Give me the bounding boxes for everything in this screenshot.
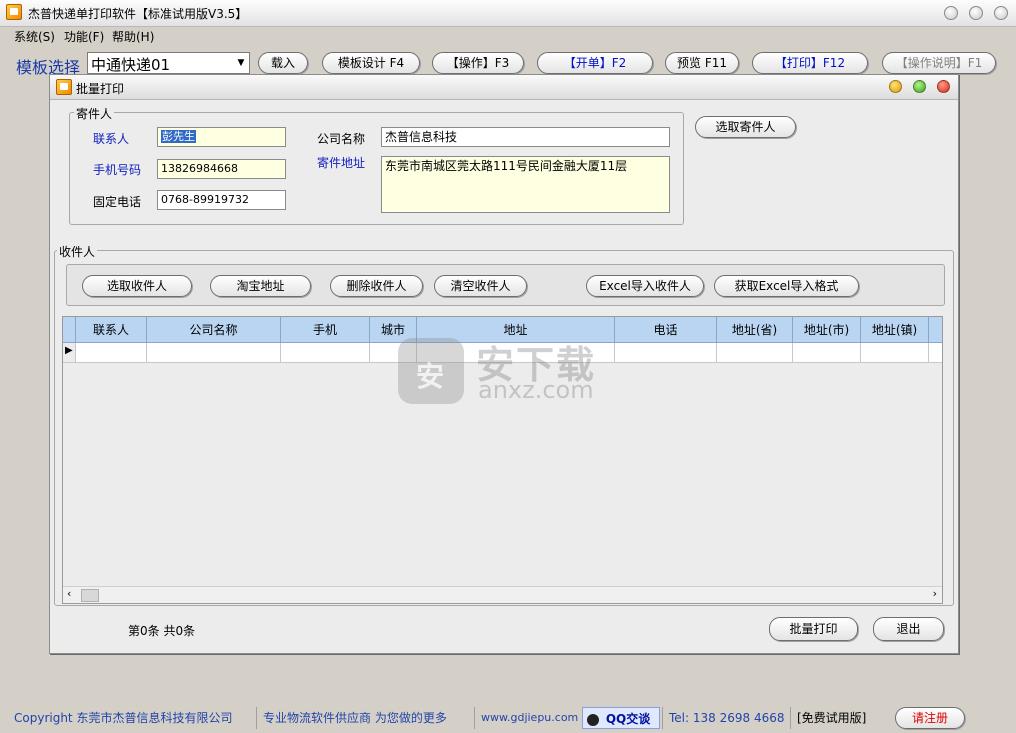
sender-contact-label: 联系人 bbox=[93, 132, 130, 146]
maximize-button[interactable] bbox=[969, 6, 983, 20]
minimize-button[interactable] bbox=[944, 6, 958, 20]
sender-phone-label: 固定电话 bbox=[93, 195, 142, 209]
row-pointer-icon: ▶ bbox=[65, 345, 73, 356]
status-slogan: 专业物流软件供应商 为您做的更多 bbox=[256, 707, 468, 729]
table-cell[interactable] bbox=[717, 343, 793, 363]
template-dropdown[interactable]: 中通快递01 ▼ bbox=[87, 52, 250, 74]
column-header[interactable]: 手机 bbox=[281, 317, 370, 343]
status-copyright: Copyright 东莞市杰普信息科技有限公司 bbox=[14, 711, 233, 725]
status-tel: Tel: 138 2698 4668 bbox=[662, 707, 784, 729]
qq-chat-button[interactable]: QQ交谈 bbox=[582, 707, 660, 729]
sender-address-input[interactable]: 东莞市南城区莞太路111号民间金融大厦11层 bbox=[381, 156, 670, 213]
load-button[interactable]: 载入 bbox=[258, 52, 308, 74]
app-icon bbox=[6, 4, 22, 20]
column-header[interactable]: 地址(省) bbox=[717, 317, 793, 343]
sender-phone-input[interactable]: 0768-89919732 bbox=[157, 190, 286, 210]
sender-company-input[interactable]: 杰普信息科技 bbox=[381, 127, 670, 147]
excel-import-button[interactable]: Excel导入收件人 bbox=[586, 275, 704, 297]
watermark: 安下载 anxz.com bbox=[398, 330, 628, 410]
dialog-minimize-button[interactable] bbox=[889, 80, 902, 93]
menu-system[interactable]: 系统(S) bbox=[14, 28, 55, 45]
excel-format-button[interactable]: 获取Excel导入格式 bbox=[714, 275, 859, 297]
instructions-button[interactable]: 【操作说明】F1 bbox=[882, 52, 996, 74]
scrollbar-thumb[interactable] bbox=[81, 589, 99, 602]
sender-address-label: 寄件地址 bbox=[317, 156, 366, 170]
column-header[interactable]: 联系人 bbox=[76, 317, 147, 343]
preview-button[interactable]: 预览 F11 bbox=[665, 52, 739, 74]
clear-receivers-button[interactable]: 清空收件人 bbox=[434, 275, 527, 297]
receiver-group-title: 收件人 bbox=[57, 243, 98, 260]
sender-mobile-input[interactable]: 13826984668 bbox=[157, 159, 286, 179]
select-receiver-button[interactable]: 选取收件人 bbox=[82, 275, 192, 297]
column-header[interactable]: 地址(镇) bbox=[861, 317, 929, 343]
table-cell[interactable] bbox=[76, 343, 147, 363]
dialog-title: 批量打印 bbox=[76, 82, 125, 96]
status-bar: Copyright 东莞市杰普信息科技有限公司 专业物流软件供应商 为您做的更多… bbox=[0, 704, 1016, 733]
qq-penguin-icon bbox=[587, 713, 599, 726]
table-cell[interactable] bbox=[147, 343, 281, 363]
sender-group: 寄件人 联系人 彭先生 手机号码 13826984668 固定电话 0768-8… bbox=[69, 105, 684, 225]
table-cell[interactable] bbox=[615, 343, 717, 363]
sender-company-label: 公司名称 bbox=[317, 132, 366, 146]
row-selector[interactable]: ▶ bbox=[63, 343, 76, 363]
table-cell[interactable] bbox=[793, 343, 861, 363]
column-header-extra bbox=[929, 317, 942, 343]
template-dropdown-value: 中通快递01 bbox=[91, 56, 171, 74]
menu-bar: 系统(S) 功能(F) 帮助(H) bbox=[0, 26, 1016, 46]
scroll-left-icon[interactable]: ‹ bbox=[67, 587, 71, 600]
table-cell[interactable] bbox=[929, 343, 942, 363]
register-button[interactable]: 请注册 bbox=[895, 707, 965, 729]
batch-print-button[interactable]: 批量打印 bbox=[769, 617, 858, 641]
sender-group-title: 寄件人 bbox=[74, 105, 115, 122]
select-sender-button[interactable]: 选取寄件人 bbox=[695, 116, 796, 138]
template-design-button[interactable]: 模板设计 F4 bbox=[322, 52, 420, 74]
exit-button[interactable]: 退出 bbox=[873, 617, 944, 641]
sender-contact-value: 彭先生 bbox=[161, 130, 196, 143]
sender-mobile-label: 手机号码 bbox=[93, 163, 142, 177]
status-website-link[interactable]: www.gdjiepu.com bbox=[474, 707, 580, 729]
taobao-address-button[interactable]: 淘宝地址 bbox=[210, 275, 311, 297]
column-header[interactable]: 电话 bbox=[615, 317, 717, 343]
menu-function[interactable]: 功能(F) bbox=[64, 28, 104, 45]
horizontal-scrollbar[interactable]: ‹ › bbox=[63, 586, 942, 603]
column-header[interactable]: 公司名称 bbox=[147, 317, 281, 343]
table-cell[interactable] bbox=[281, 343, 370, 363]
record-count: 第0条 共0条 bbox=[128, 624, 196, 638]
row-header-corner bbox=[63, 317, 76, 343]
window-title: 杰普快递单打印软件【标准试用版V3.5】 bbox=[28, 7, 248, 21]
menu-help[interactable]: 帮助(H) bbox=[112, 28, 154, 45]
close-button[interactable] bbox=[994, 6, 1008, 20]
dialog-close-button[interactable] bbox=[937, 80, 950, 93]
dialog-title-bar: 批量打印 bbox=[50, 75, 958, 100]
scroll-right-icon[interactable]: › bbox=[933, 587, 937, 600]
chevron-down-icon[interactable]: ▼ bbox=[233, 53, 249, 73]
column-header[interactable]: 地址(市) bbox=[793, 317, 861, 343]
receiver-button-bar: 选取收件人 淘宝地址 删除收件人 清空收件人 Excel导入收件人 获取Exce… bbox=[66, 264, 945, 306]
qq-chat-label: QQ交谈 bbox=[605, 712, 651, 726]
dialog-icon bbox=[56, 79, 72, 95]
watermark-en-text: anxz.com bbox=[478, 376, 594, 404]
sender-contact-input[interactable]: 彭先生 bbox=[157, 127, 286, 147]
status-edition: [免费试用版] bbox=[790, 707, 888, 729]
watermark-shield-icon bbox=[398, 338, 464, 404]
delete-receiver-button[interactable]: 删除收件人 bbox=[330, 275, 423, 297]
operate-button[interactable]: 【操作】F3 bbox=[432, 52, 524, 74]
main-title-bar: 杰普快递单打印软件【标准试用版V3.5】 bbox=[0, 0, 1016, 27]
table-cell[interactable] bbox=[861, 343, 929, 363]
create-order-button[interactable]: 【开单】F2 bbox=[537, 52, 653, 74]
dialog-maximize-button[interactable] bbox=[913, 80, 926, 93]
print-button[interactable]: 【打印】F12 bbox=[752, 52, 868, 74]
